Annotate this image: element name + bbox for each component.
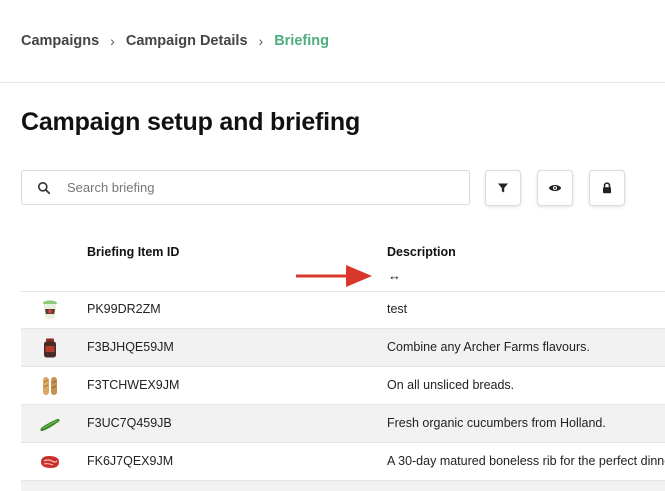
- breadcrumb-briefing: Briefing: [274, 33, 329, 49]
- briefing-item-id: F3BJHQE59JM: [87, 340, 174, 354]
- briefing-item-description: A 30-day matured boneless rib for the pe…: [387, 454, 665, 468]
- breadcrumb: Campaigns › Campaign Details › Briefing: [21, 31, 329, 51]
- briefing-item-description: Combine any Archer Farms flavours.: [387, 340, 590, 354]
- column-header-briefing-item-id[interactable]: Briefing Item ID: [87, 245, 179, 259]
- briefing-item-description: Fresh organic cucumbers from Holland.: [387, 416, 606, 430]
- lock-button[interactable]: [589, 170, 625, 206]
- briefing-item-id: PK99DR2ZM: [87, 302, 161, 316]
- briefing-item-id: F3TCHWEX9JM: [87, 378, 180, 392]
- briefing-item-description: On all unsliced breads.: [387, 378, 515, 392]
- filter-button[interactable]: [485, 170, 521, 206]
- eye-icon: [548, 185, 562, 191]
- column-resize-handle[interactable]: ↔: [388, 268, 401, 283]
- jar-icon: [44, 338, 56, 358]
- briefing-item-description: test: [387, 302, 408, 316]
- breadcrumb-separator: ›: [258, 33, 264, 49]
- search-icon: [37, 181, 51, 195]
- annotation-arrow-icon: [296, 265, 372, 287]
- table-row: [21, 481, 665, 491]
- filter-icon: [498, 183, 508, 193]
- search-input[interactable]: [65, 179, 469, 196]
- breadcrumb-campaign-details[interactable]: Campaign Details: [126, 33, 248, 49]
- page-title: Campaign setup and briefing: [21, 108, 361, 136]
- table-body: PK99DR2ZM test F3BJHQE59JM Combine any A…: [21, 291, 665, 491]
- table-row[interactable]: F3TCHWEX9JM On all unsliced breads.: [21, 367, 665, 405]
- briefing-item-id: FK6J7QEX9JM: [87, 454, 174, 468]
- briefing-item-id: F3UC7Q459JB: [87, 416, 172, 430]
- cucumber-icon: [40, 418, 60, 432]
- table-row[interactable]: F3UC7Q459JB Fresh organic cucumbers from…: [21, 405, 665, 443]
- table-row[interactable]: FK6J7QEX9JM A 30-day matured boneless ri…: [21, 443, 665, 481]
- breadcrumb-campaigns[interactable]: Campaigns: [21, 33, 99, 49]
- yogurt-cup-icon: [43, 300, 57, 319]
- column-header-description[interactable]: Description: [387, 245, 456, 259]
- view-button[interactable]: [537, 170, 573, 206]
- bread-icon: [43, 377, 57, 395]
- search-box[interactable]: [21, 170, 470, 205]
- steak-icon: [41, 456, 59, 468]
- table-row[interactable]: PK99DR2ZM test: [21, 291, 665, 329]
- breadcrumb-separator: ›: [110, 33, 115, 49]
- lock-icon: [603, 182, 611, 194]
- table-row[interactable]: F3BJHQE59JM Combine any Archer Farms fla…: [21, 329, 665, 367]
- top-bar: Campaigns › Campaign Details › Briefing: [0, 0, 665, 83]
